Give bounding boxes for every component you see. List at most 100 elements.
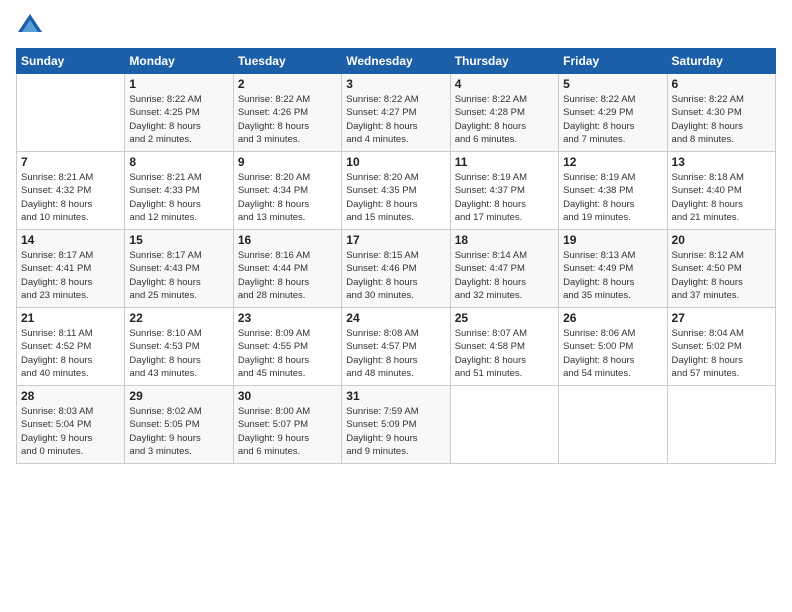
calendar-cell: 13 Sunrise: 8:18 AM Sunset: 4:40 PM Dayli… [667,152,775,230]
day-number: 4 [455,77,554,91]
calendar-cell: 28 Sunrise: 8:03 AM Sunset: 5:04 PM Dayli… [17,386,125,464]
day-info: Sunrise: 8:14 AM Sunset: 4:47 PM Dayligh… [455,249,554,302]
day-number: 28 [21,389,120,403]
day-number: 8 [129,155,228,169]
logo-icon [16,12,44,40]
day-number: 16 [238,233,337,247]
day-info: Sunrise: 8:18 AM Sunset: 4:40 PM Dayligh… [672,171,771,224]
day-info: Sunrise: 8:04 AM Sunset: 5:02 PM Dayligh… [672,327,771,380]
page-container: SundayMondayTuesdayWednesdayThursdayFrid… [0,0,792,472]
calendar-cell: 26Sunrise: 8:06 AM Sunset: 5:00 PM Dayli… [559,308,667,386]
calendar-cell: 25 Sunrise: 8:07 AM Sunset: 4:58 PM Dayli… [450,308,558,386]
day-info: Sunrise: 8:10 AM Sunset: 4:53 PM Dayligh… [129,327,228,380]
calendar-cell: 27 Sunrise: 8:04 AM Sunset: 5:02 PM Dayli… [667,308,775,386]
day-info: Sunrise: 8:13 AM Sunset: 4:49 PM Dayligh… [563,249,662,302]
day-info: Sunrise: 8:17 AM Sunset: 4:43 PM Dayligh… [129,249,228,302]
day-info: Sunrise: 8:19 AM Sunset: 4:37 PM Dayligh… [455,171,554,224]
day-number: 12 [563,155,662,169]
day-info: Sunrise: 8:15 AM Sunset: 4:46 PM Dayligh… [346,249,445,302]
calendar-cell: 12 Sunrise: 8:19 AM Sunset: 4:38 PM Dayli… [559,152,667,230]
calendar-cell: 11 Sunrise: 8:19 AM Sunset: 4:37 PM Dayli… [450,152,558,230]
calendar-day-header: Friday [559,49,667,74]
calendar-cell [559,386,667,464]
calendar-day-header: Monday [125,49,233,74]
day-info: Sunrise: 8:20 AM Sunset: 4:34 PM Dayligh… [238,171,337,224]
day-info: Sunrise: 8:12 AM Sunset: 4:50 PM Dayligh… [672,249,771,302]
day-info: Sunrise: 8:22 AM Sunset: 4:26 PM Dayligh… [238,93,337,146]
day-number: 1 [129,77,228,91]
day-number: 20 [672,233,771,247]
calendar-day-header: Thursday [450,49,558,74]
day-info: Sunrise: 8:08 AM Sunset: 4:57 PM Dayligh… [346,327,445,380]
day-info: Sunrise: 8:06 AM Sunset: 5:00 PM Dayligh… [563,327,662,380]
calendar-day-header: Tuesday [233,49,341,74]
day-number: 9 [238,155,337,169]
day-info: Sunrise: 8:16 AM Sunset: 4:44 PM Dayligh… [238,249,337,302]
day-number: 18 [455,233,554,247]
calendar-cell: 17 Sunrise: 8:15 AM Sunset: 4:46 PM Dayli… [342,230,450,308]
calendar-cell: 21 Sunrise: 8:11 AM Sunset: 4:52 PM Dayli… [17,308,125,386]
header [16,12,776,40]
day-number: 27 [672,311,771,325]
day-number: 13 [672,155,771,169]
calendar-cell: 24 Sunrise: 8:08 AM Sunset: 4:57 PM Dayli… [342,308,450,386]
day-number: 19 [563,233,662,247]
day-number: 5 [563,77,662,91]
day-info: Sunrise: 8:22 AM Sunset: 4:25 PM Dayligh… [129,93,228,146]
calendar-cell: 29Sunrise: 8:02 AM Sunset: 5:05 PM Dayli… [125,386,233,464]
day-info: Sunrise: 7:59 AM Sunset: 5:09 PM Dayligh… [346,405,445,458]
day-number: 3 [346,77,445,91]
calendar-cell: 3 Sunrise: 8:22 AM Sunset: 4:27 PM Daylig… [342,74,450,152]
calendar-table: SundayMondayTuesdayWednesdayThursdayFrid… [16,48,776,464]
calendar-cell: 6Sunrise: 8:22 AM Sunset: 4:30 PM Daylig… [667,74,775,152]
calendar-cell [667,386,775,464]
calendar-cell: 4 Sunrise: 8:22 AM Sunset: 4:28 PM Daylig… [450,74,558,152]
calendar-cell: 5 Sunrise: 8:22 AM Sunset: 4:29 PM Daylig… [559,74,667,152]
day-number: 15 [129,233,228,247]
logo [16,12,48,40]
day-number: 17 [346,233,445,247]
day-info: Sunrise: 8:22 AM Sunset: 4:29 PM Dayligh… [563,93,662,146]
day-info: Sunrise: 8:22 AM Sunset: 4:28 PM Dayligh… [455,93,554,146]
calendar-cell: 20 Sunrise: 8:12 AM Sunset: 4:50 PM Dayli… [667,230,775,308]
calendar-cell: 16 Sunrise: 8:16 AM Sunset: 4:44 PM Dayli… [233,230,341,308]
calendar-cell [450,386,558,464]
day-number: 14 [21,233,120,247]
calendar-week-row: 7 Sunrise: 8:21 AM Sunset: 4:32 PM Daylig… [17,152,776,230]
calendar-cell: 31 Sunrise: 7:59 AM Sunset: 5:09 PM Dayli… [342,386,450,464]
day-info: Sunrise: 8:11 AM Sunset: 4:52 PM Dayligh… [21,327,120,380]
calendar-cell: 19 Sunrise: 8:13 AM Sunset: 4:49 PM Dayli… [559,230,667,308]
day-info: Sunrise: 8:22 AM Sunset: 4:27 PM Dayligh… [346,93,445,146]
day-number: 24 [346,311,445,325]
day-info: Sunrise: 8:19 AM Sunset: 4:38 PM Dayligh… [563,171,662,224]
calendar-cell: 23Sunrise: 8:09 AM Sunset: 4:55 PM Dayli… [233,308,341,386]
day-number: 21 [21,311,120,325]
day-info: Sunrise: 8:09 AM Sunset: 4:55 PM Dayligh… [238,327,337,380]
calendar-day-header: Wednesday [342,49,450,74]
day-number: 7 [21,155,120,169]
day-number: 2 [238,77,337,91]
day-info: Sunrise: 8:17 AM Sunset: 4:41 PM Dayligh… [21,249,120,302]
day-info: Sunrise: 8:00 AM Sunset: 5:07 PM Dayligh… [238,405,337,458]
calendar-cell: 1 Sunrise: 8:22 AM Sunset: 4:25 PM Daylig… [125,74,233,152]
day-number: 10 [346,155,445,169]
calendar-cell: 15 Sunrise: 8:17 AM Sunset: 4:43 PM Dayli… [125,230,233,308]
calendar-cell: 8Sunrise: 8:21 AM Sunset: 4:33 PM Daylig… [125,152,233,230]
calendar-cell: 7 Sunrise: 8:21 AM Sunset: 4:32 PM Daylig… [17,152,125,230]
calendar-cell: 30 Sunrise: 8:00 AM Sunset: 5:07 PM Dayli… [233,386,341,464]
day-info: Sunrise: 8:03 AM Sunset: 5:04 PM Dayligh… [21,405,120,458]
calendar-cell: 18 Sunrise: 8:14 AM Sunset: 4:47 PM Dayli… [450,230,558,308]
calendar-week-row: 1 Sunrise: 8:22 AM Sunset: 4:25 PM Daylig… [17,74,776,152]
day-number: 31 [346,389,445,403]
day-number: 25 [455,311,554,325]
day-info: Sunrise: 8:07 AM Sunset: 4:58 PM Dayligh… [455,327,554,380]
calendar-week-row: 14 Sunrise: 8:17 AM Sunset: 4:41 PM Dayli… [17,230,776,308]
day-info: Sunrise: 8:21 AM Sunset: 4:32 PM Dayligh… [21,171,120,224]
calendar-cell: 9 Sunrise: 8:20 AM Sunset: 4:34 PM Daylig… [233,152,341,230]
calendar-day-header: Sunday [17,49,125,74]
calendar-cell [17,74,125,152]
calendar-cell: 2 Sunrise: 8:22 AM Sunset: 4:26 PM Daylig… [233,74,341,152]
day-number: 30 [238,389,337,403]
calendar-week-row: 21 Sunrise: 8:11 AM Sunset: 4:52 PM Dayli… [17,308,776,386]
day-number: 11 [455,155,554,169]
